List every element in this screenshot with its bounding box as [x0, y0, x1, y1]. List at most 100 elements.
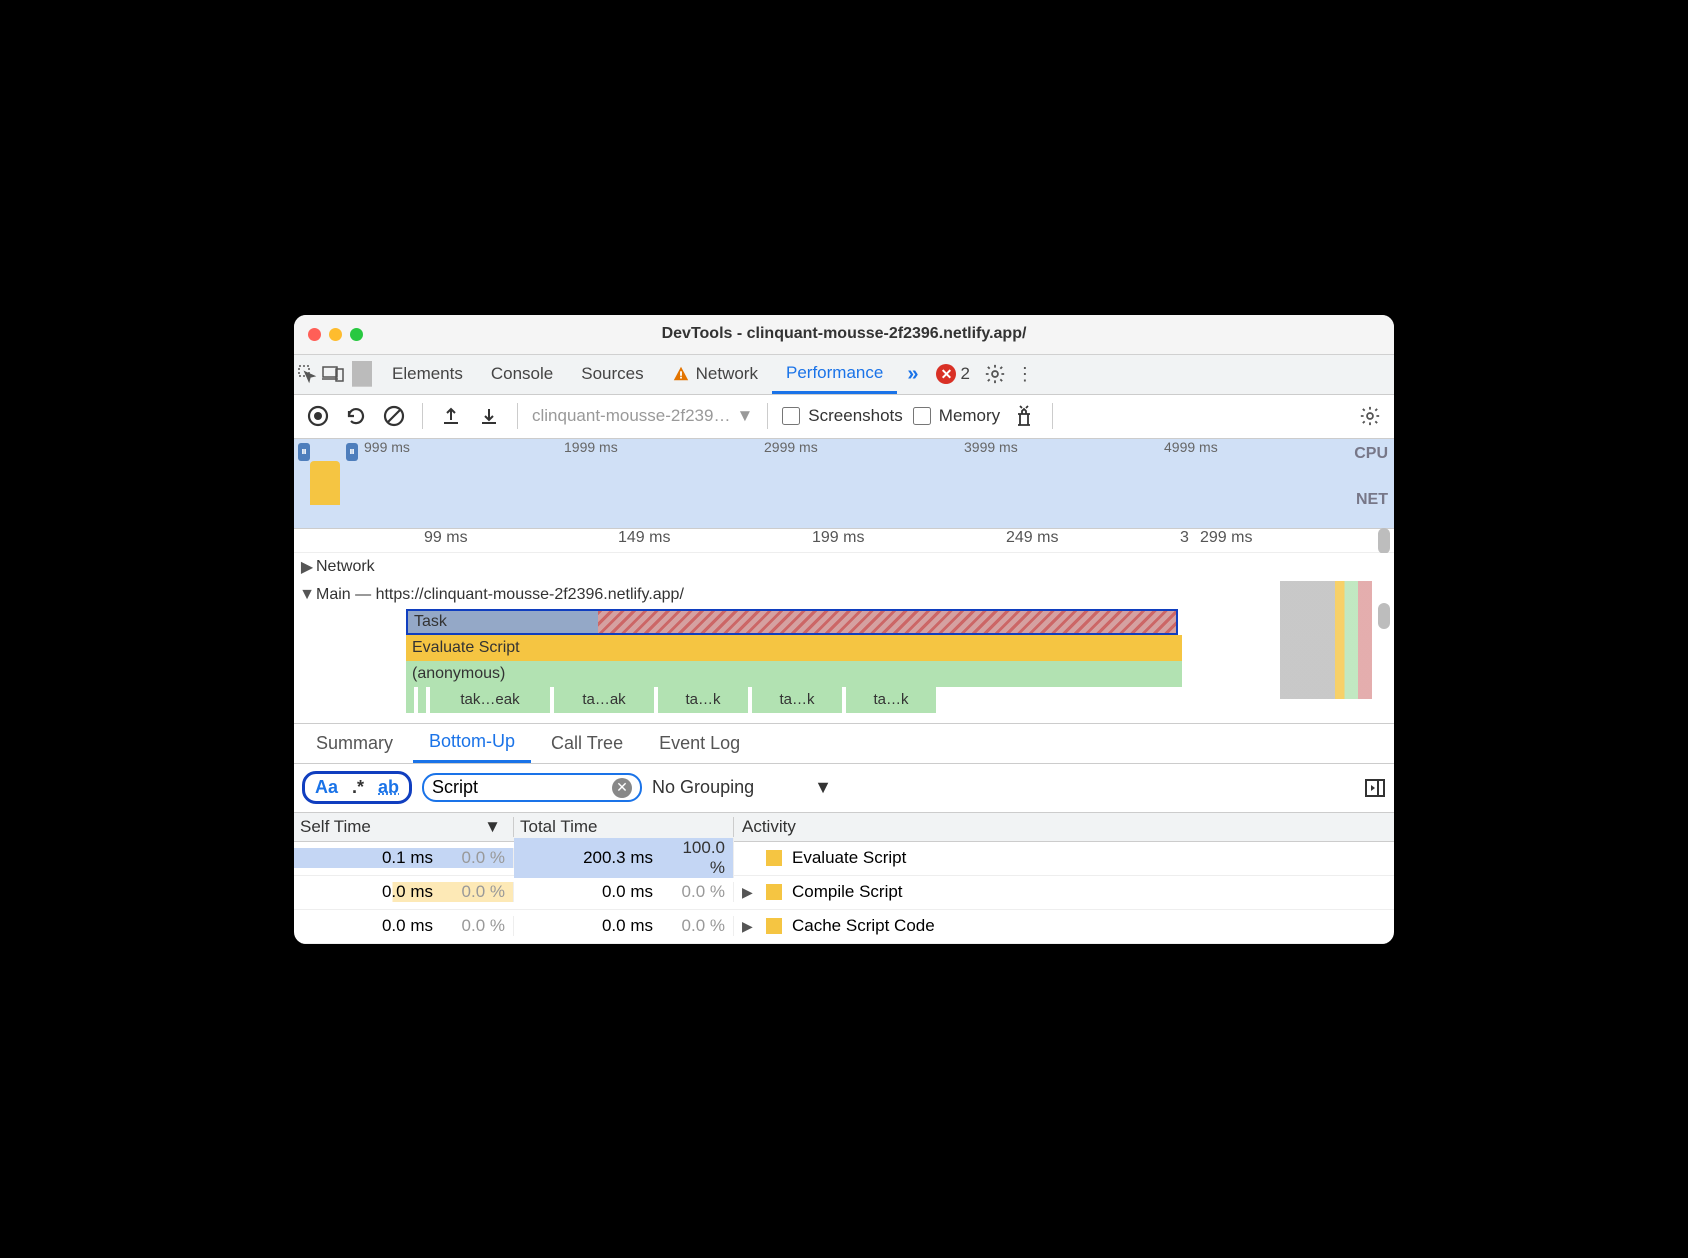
more-tabs-button[interactable]: »	[897, 363, 928, 386]
flame-task[interactable]: Task	[406, 609, 1178, 635]
tab-call-tree[interactable]: Call Tree	[535, 724, 639, 763]
match-case-toggle[interactable]: Aa	[315, 777, 338, 798]
minimize-button[interactable]	[329, 328, 342, 341]
tab-summary[interactable]: Summary	[300, 724, 409, 763]
timeline-overview[interactable]: 999 ms 1999 ms 2999 ms 3999 ms 4999 ms ⏸…	[294, 439, 1394, 529]
table-header: Self Time▼ Total Time Activity	[294, 812, 1394, 842]
collapse-icon[interactable]: ▼	[298, 586, 316, 604]
screenshots-label: Screenshots	[808, 406, 903, 426]
cell-total-pct: 0.0 %	[663, 882, 725, 902]
flame-leaf[interactable]: ta…k	[658, 687, 748, 713]
screenshots-checkbox[interactable]: Screenshots	[782, 406, 903, 426]
memory-checkbox[interactable]: Memory	[913, 406, 1000, 426]
titlebar: DevTools - clinquant-mousse-2f2396.netli…	[294, 315, 1394, 355]
clear-button[interactable]	[380, 402, 408, 430]
settings-icon[interactable]	[978, 363, 1012, 385]
tab-event-log[interactable]: Event Log	[643, 724, 756, 763]
whole-word-toggle[interactable]: ab	[378, 777, 399, 798]
flame-leaf[interactable]: ta…k	[846, 687, 936, 713]
flame-leaf[interactable]: tak…eak	[430, 687, 550, 713]
capture-settings-icon[interactable]	[1356, 402, 1384, 430]
selection-handle-left[interactable]: ⏸	[298, 443, 310, 461]
cell-activity: Cache Script Code	[792, 916, 935, 936]
flame-chart[interactable]: ▶Network ▼Main — https://clinquant-mouss…	[294, 553, 1394, 724]
col-total-time[interactable]: Total Time	[514, 817, 734, 837]
grouping-label: No Grouping	[652, 777, 754, 798]
memory-input[interactable]	[913, 407, 931, 425]
profile-select[interactable]: clinquant-mousse-2f239…▼	[532, 406, 753, 426]
panel-tabs: Elements Console Sources Network Perform…	[294, 355, 1394, 395]
tab-performance[interactable]: Performance	[772, 355, 897, 394]
inspect-icon[interactable]	[294, 364, 320, 384]
table-row[interactable]: 0.0 ms0.0 % 0.0 ms0.0 % ▶Compile Script	[294, 876, 1394, 910]
error-indicator[interactable]: ✕ 2	[928, 364, 977, 384]
regex-toggle[interactable]: .*	[352, 777, 364, 798]
zoom-button[interactable]	[350, 328, 363, 341]
tab-network-label: Network	[696, 364, 758, 384]
tick: 2999 ms	[764, 439, 964, 455]
toggle-sidebar-icon[interactable]	[1364, 777, 1386, 799]
cell-self-ms: 0.1 ms	[382, 848, 433, 868]
filter-input[interactable]: Script	[432, 777, 478, 798]
cell-self-pct: 0.0 %	[443, 882, 505, 902]
grouping-select[interactable]: No Grouping ▼	[652, 777, 832, 798]
overview-activity	[310, 461, 340, 505]
separator	[1052, 403, 1053, 429]
flame-leaf[interactable]	[406, 687, 414, 713]
sort-desc-icon: ▼	[484, 817, 501, 837]
tab-elements[interactable]: Elements	[378, 355, 477, 394]
cell-total-ms: 0.0 ms	[602, 916, 653, 936]
download-profile-button[interactable]	[475, 402, 503, 430]
tab-bottom-up[interactable]: Bottom-Up	[413, 724, 531, 763]
record-button[interactable]	[304, 402, 332, 430]
col-activity[interactable]: Activity	[734, 817, 1394, 837]
separator	[352, 361, 372, 387]
tab-network[interactable]: Network	[658, 355, 772, 394]
tab-console[interactable]: Console	[477, 355, 567, 394]
cpu-label: CPU	[1354, 445, 1388, 463]
garbage-collect-button[interactable]	[1010, 402, 1038, 430]
expand-icon[interactable]: ▶	[742, 918, 756, 935]
performance-toolbar: clinquant-mousse-2f239…▼ Screenshots Mem…	[294, 395, 1394, 439]
scrollbar[interactable]	[1378, 528, 1390, 554]
window-title: DevTools - clinquant-mousse-2f2396.netli…	[294, 325, 1394, 343]
col-self-time[interactable]: Self Time▼	[294, 817, 514, 837]
bottom-up-table: Self Time▼ Total Time Activity 0.1 ms0.0…	[294, 812, 1394, 944]
table-row[interactable]: 0.0 ms0.0 % 0.0 ms0.0 % ▶Cache Script Co…	[294, 910, 1394, 944]
activity-color-icon	[766, 918, 782, 934]
error-icon: ✕	[936, 364, 956, 384]
kebab-menu-icon[interactable]: ⋮	[1012, 364, 1038, 385]
cell-total-pct: 100.0 %	[663, 838, 725, 878]
tick: 149 ms	[618, 529, 812, 552]
clear-filter-icon[interactable]: ✕	[612, 778, 632, 798]
reload-record-button[interactable]	[342, 402, 370, 430]
selection-handle-right[interactable]: ⏸	[346, 443, 358, 461]
flame-leaf[interactable]	[418, 687, 426, 713]
flame-anonymous[interactable]: (anonymous)	[406, 661, 1182, 687]
expand-icon[interactable]: ▶	[742, 884, 756, 901]
warning-icon	[672, 365, 690, 383]
scrollbar[interactable]	[1378, 603, 1390, 629]
flame-leaf[interactable]: ta…ak	[554, 687, 654, 713]
chevron-down-icon: ▼	[814, 777, 832, 798]
table-row[interactable]: 0.1 ms0.0 % 200.3 ms100.0 % Evaluate Scr…	[294, 842, 1394, 876]
tab-sources[interactable]: Sources	[567, 355, 657, 394]
net-label: NET	[1354, 491, 1388, 509]
upload-profile-button[interactable]	[437, 402, 465, 430]
tick: 3	[1180, 529, 1380, 547]
flame-evaluate-script[interactable]: Evaluate Script	[406, 635, 1182, 661]
device-toggle-icon[interactable]	[320, 365, 346, 383]
tick: 249 ms	[1006, 529, 1200, 552]
cell-total-pct: 0.0 %	[663, 916, 725, 936]
flame-leaf[interactable]: ta…k	[752, 687, 842, 713]
flame-leaf-row: tak…eak ta…ak ta…k ta…k ta…k	[406, 687, 1182, 713]
tick: 1999 ms	[564, 439, 764, 455]
activity-color-icon	[766, 884, 782, 900]
tick: 99 ms	[424, 529, 618, 552]
expand-icon[interactable]: ▶	[298, 557, 316, 577]
screenshots-input[interactable]	[782, 407, 800, 425]
filter-input-wrap: Script ✕	[422, 773, 642, 802]
cell-self-ms: 0.0 ms	[382, 882, 433, 902]
window-controls	[294, 328, 363, 341]
close-button[interactable]	[308, 328, 321, 341]
